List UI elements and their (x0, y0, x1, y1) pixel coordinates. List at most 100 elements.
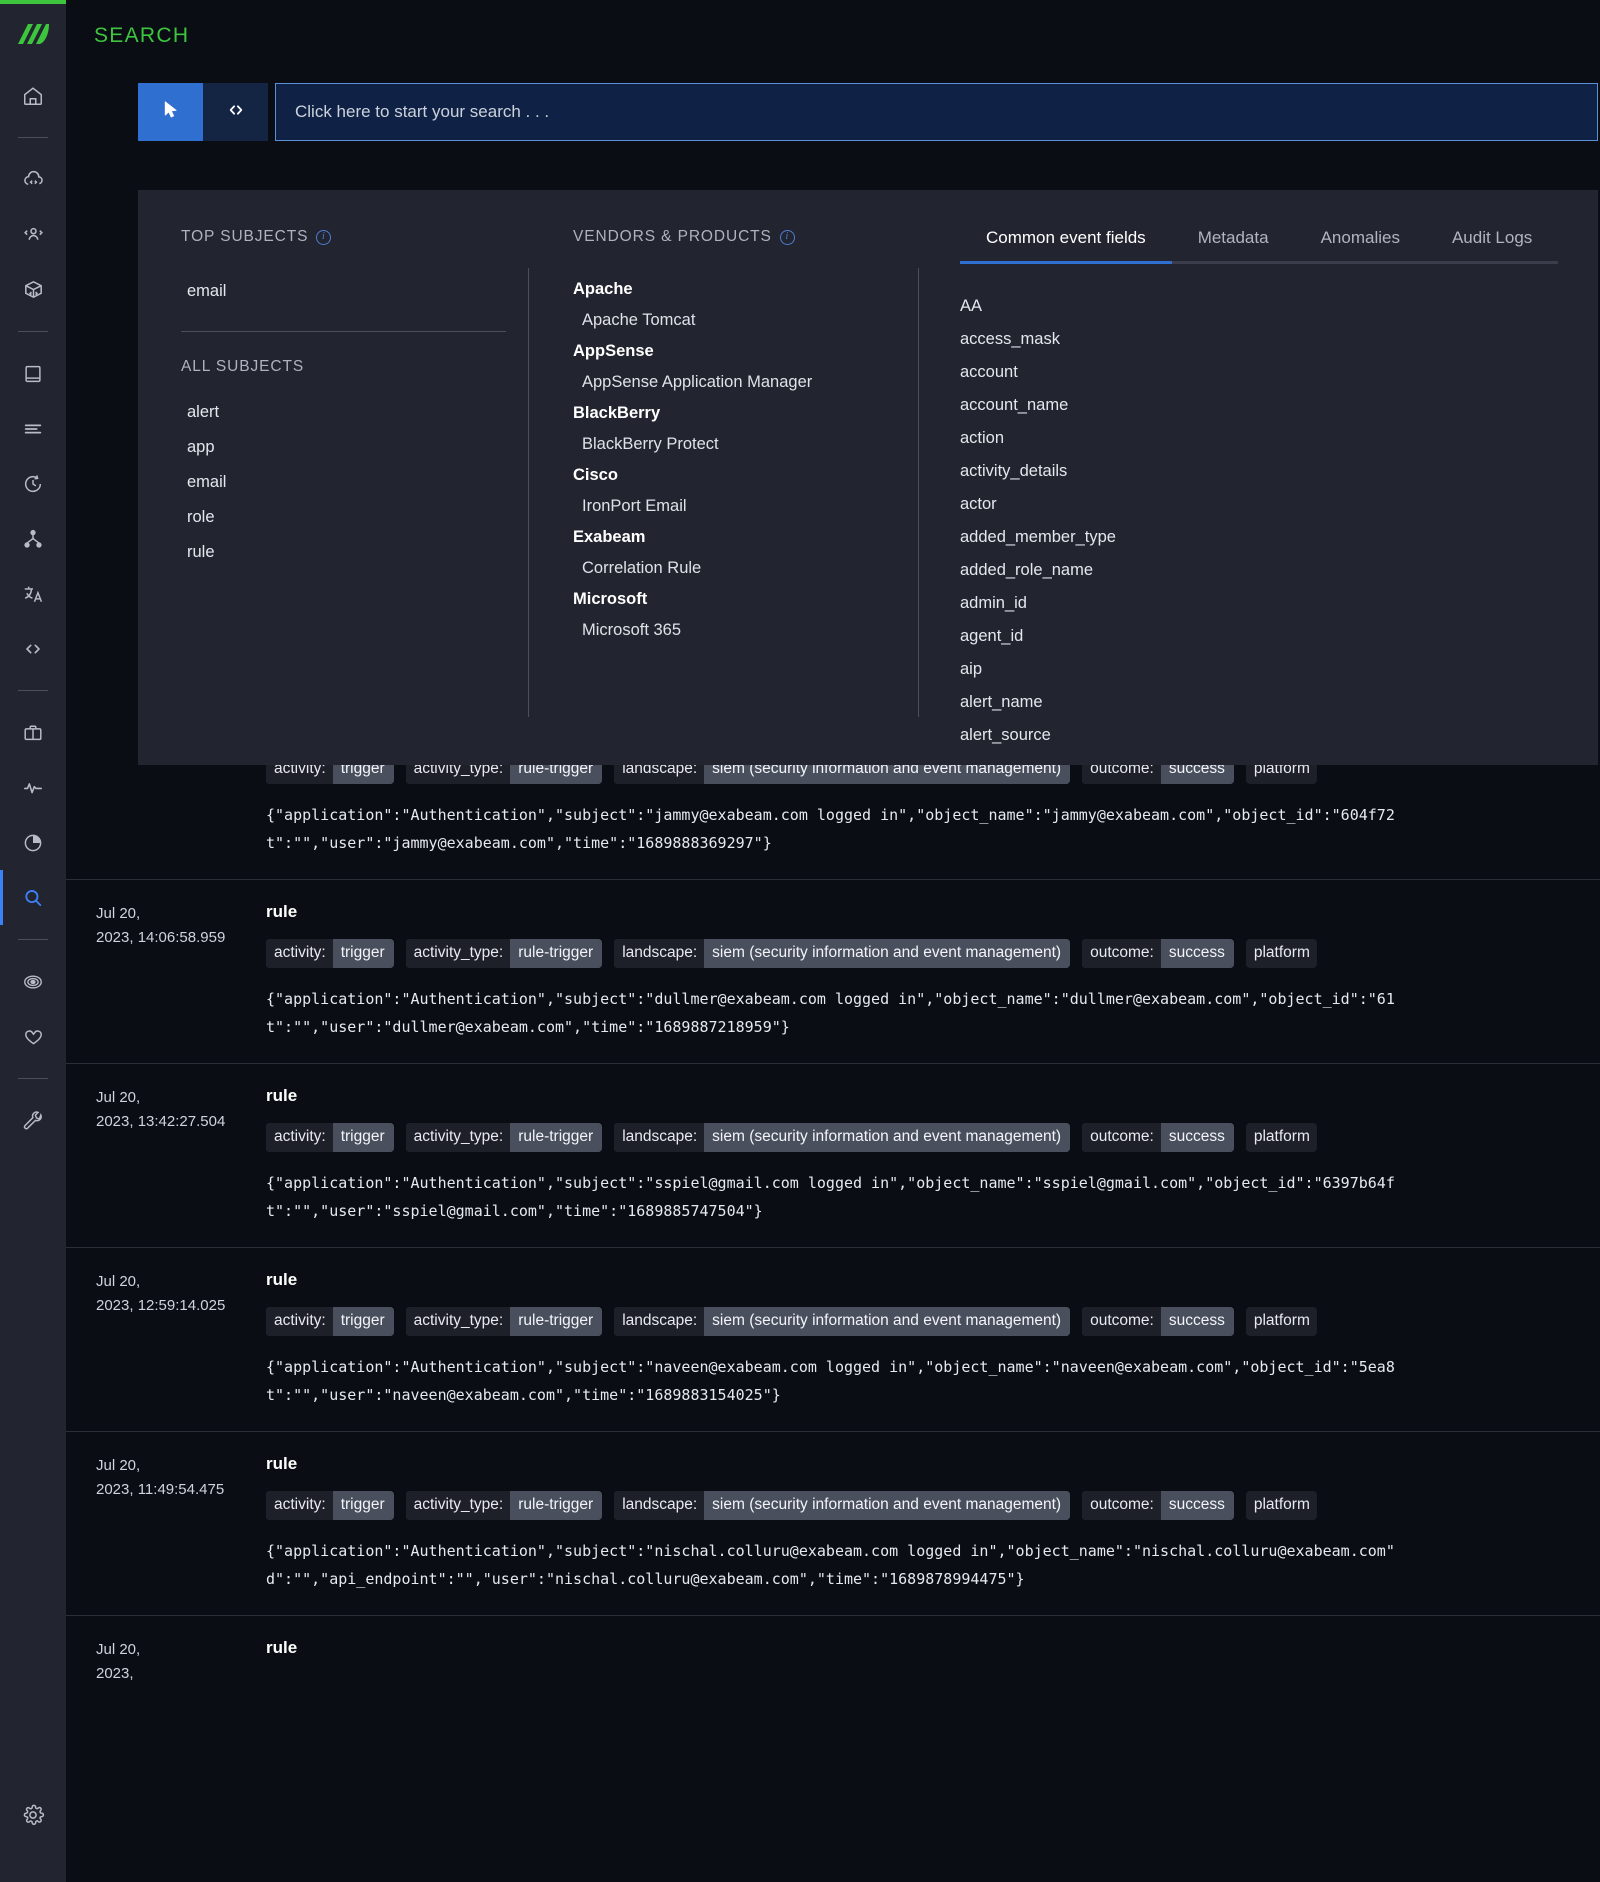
chip-platform[interactable]: platform (1245, 1491, 1317, 1520)
table-row[interactable]: activity: trigger activity_type: rule-trig… (66, 755, 1600, 879)
vendor-group-name[interactable]: Exabeam (573, 522, 918, 553)
sidebar-item-log-stream[interactable] (0, 401, 66, 456)
wrench-icon (22, 1110, 45, 1132)
vendor-product-item[interactable]: AppSense Application Manager (573, 367, 918, 398)
chip-outcome[interactable]: outcome: success (1082, 1123, 1234, 1152)
tab-anomalies[interactable]: Anomalies (1294, 228, 1426, 264)
vendor-group-name[interactable]: AppSense (573, 336, 918, 367)
sidebar-item-user-engagement[interactable] (0, 207, 66, 262)
vendor-group-name[interactable]: Apache (573, 274, 918, 305)
chip-platform[interactable]: platform (1245, 939, 1317, 968)
sidebar-item-settings-tools[interactable] (0, 1093, 66, 1148)
field-item[interactable]: action (960, 422, 1598, 455)
subject-item[interactable]: app (181, 430, 528, 465)
sidebar-item-home[interactable] (0, 68, 66, 123)
chip-platform[interactable]: platform (1245, 1307, 1317, 1336)
subject-item[interactable]: email (181, 274, 528, 309)
vendor-product-item[interactable]: Apache Tomcat (573, 305, 918, 336)
table-row[interactable]: Jul 20, 2023, 14:06:58.959 rule activity:… (66, 879, 1600, 1063)
chip-landscape[interactable]: landscape: siem (security information and… (614, 939, 1071, 968)
vendor-product-item[interactable]: BlackBerry Protect (573, 429, 918, 460)
sidebar-item-content-library[interactable] (0, 262, 66, 317)
app-logo[interactable] (0, 0, 66, 68)
vendor-group-name[interactable]: Cisco (573, 460, 918, 491)
chip-activity-type[interactable]: activity_type: rule-trigger (405, 1123, 603, 1152)
sidebar-item-collectors[interactable] (0, 346, 66, 401)
chip-landscape[interactable]: landscape: siem (security information and… (614, 1307, 1071, 1336)
sidebar-item-parsers[interactable] (0, 511, 66, 566)
table-row[interactable]: Jul 20, 2023, 13:42:27.504 rule activity:… (66, 1063, 1600, 1247)
chip-outcome[interactable]: outcome: success (1082, 939, 1234, 968)
tab-metadata[interactable]: Metadata (1171, 228, 1295, 264)
field-item[interactable]: agent_id (960, 620, 1598, 653)
subject-item[interactable]: email (181, 465, 528, 500)
chip-activity[interactable]: activity: trigger (266, 939, 394, 968)
vendor-group-name[interactable]: Microsoft (573, 584, 918, 615)
subject-item[interactable]: rule (181, 535, 528, 570)
sidebar-item-history[interactable] (0, 456, 66, 511)
chip-key: outcome: (1082, 1307, 1161, 1336)
sidebar-item-activity[interactable] (0, 760, 66, 815)
chip-key: platform (1245, 1491, 1317, 1520)
search-input[interactable] (293, 101, 1597, 123)
field-item[interactable]: added_member_type (960, 521, 1598, 554)
sidebar-item-settings[interactable] (0, 1787, 66, 1842)
sidebar-item-cloud-connectors[interactable] (0, 152, 66, 207)
chip-activity-type[interactable]: activity_type: rule-trigger (405, 1491, 603, 1520)
subject-item[interactable]: alert (181, 395, 528, 430)
field-item[interactable]: aip (960, 653, 1598, 686)
field-item[interactable]: AA (960, 290, 1598, 323)
gear-icon (21, 1803, 45, 1827)
sidebar-item-reports[interactable] (0, 815, 66, 870)
chip-outcome[interactable]: outcome: success (1082, 1307, 1234, 1336)
sidebar-item-language[interactable] (0, 566, 66, 621)
sidebar-item-threat-center[interactable] (0, 954, 66, 1009)
vendor-group-name[interactable]: BlackBerry (573, 398, 918, 429)
sidebar-item-health[interactable] (0, 1009, 66, 1064)
tab-common-event-fields[interactable]: Common event fields (960, 228, 1172, 264)
vendor-product-item[interactable]: Microsoft 365 (573, 615, 918, 646)
exabeam-logo-icon (18, 24, 49, 44)
chip-activity-type[interactable]: activity_type: rule-trigger (405, 939, 603, 968)
field-item[interactable]: access_mask (960, 323, 1598, 356)
field-item[interactable]: actor (960, 488, 1598, 521)
tab-audit-logs[interactable]: Audit Logs (1425, 228, 1559, 264)
chip-landscape[interactable]: landscape: siem (security information and… (614, 1123, 1071, 1152)
nav-divider (18, 1078, 48, 1079)
field-item[interactable]: alert_source (960, 719, 1598, 752)
chip-value: success (1160, 1491, 1234, 1520)
page-title: SEARCH (94, 24, 190, 47)
info-icon[interactable]: i (779, 229, 795, 245)
chip-platform[interactable]: platform (1245, 1123, 1317, 1152)
search-input-wrapper[interactable] (275, 83, 1598, 141)
chip-activity-type[interactable]: activity_type: rule-trigger (405, 1307, 603, 1336)
search-mode-visual-button[interactable] (138, 83, 203, 141)
subject-item[interactable]: role (181, 500, 528, 535)
field-item[interactable]: account (960, 356, 1598, 389)
chip-value: siem (security information and event man… (704, 939, 1071, 968)
table-row[interactable]: Jul 20, 2023, rule (66, 1615, 1600, 1708)
chip-activity[interactable]: activity: trigger (266, 1307, 394, 1336)
search-mode-query-button[interactable] (203, 83, 268, 141)
chip-activity[interactable]: activity: trigger (266, 1491, 394, 1520)
info-icon[interactable]: i (316, 229, 332, 245)
chip-key: activity_type: (405, 1307, 511, 1336)
field-item[interactable]: alert_name (960, 686, 1598, 719)
sidebar-item-developer[interactable] (0, 621, 66, 676)
chip-outcome[interactable]: outcome: success (1082, 1491, 1234, 1520)
field-item[interactable]: admin_id (960, 587, 1598, 620)
sidebar-item-case-manager[interactable] (0, 705, 66, 760)
table-row[interactable]: Jul 20, 2023, 11:49:54.475 rule activity:… (66, 1431, 1600, 1615)
vendor-product-item[interactable]: Correlation Rule (573, 553, 918, 584)
chip-landscape[interactable]: landscape: siem (security information and… (614, 1491, 1071, 1520)
field-item[interactable]: activity_details (960, 455, 1598, 488)
field-item[interactable]: account_name (960, 389, 1598, 422)
field-item[interactable]: added_role_name (960, 554, 1598, 587)
vendor-product-item[interactable]: IronPort Email (573, 491, 918, 522)
cursor-arrow-icon (160, 99, 181, 125)
chip-activity[interactable]: activity: trigger (266, 1123, 394, 1152)
table-row[interactable]: Jul 20, 2023, 12:59:14.025 rule activity:… (66, 1247, 1600, 1431)
sidebar-item-search[interactable] (0, 870, 66, 925)
result-timestamp: Jul 20, 2023, (96, 1641, 141, 1682)
chip-value: rule-trigger (510, 1491, 603, 1520)
